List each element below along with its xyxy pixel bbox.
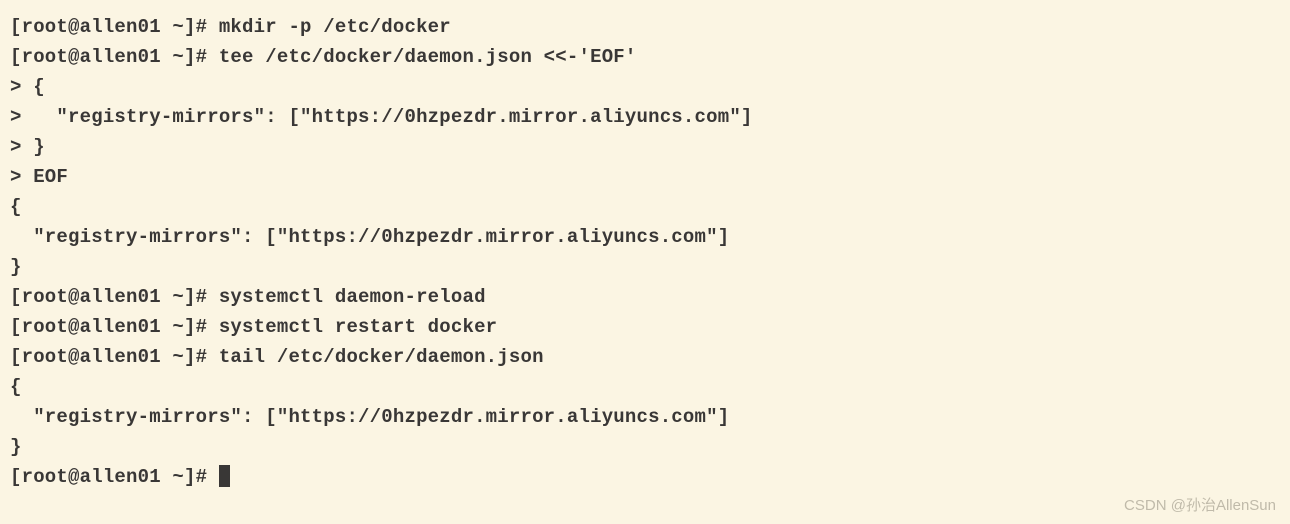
cursor-icon	[219, 465, 230, 487]
terminal-line: "registry-mirrors": ["https://0hzpezdr.m…	[10, 402, 1280, 432]
terminal-line: [root@allen01 ~]# tee /etc/docker/daemon…	[10, 42, 1280, 72]
terminal-prompt: [root@allen01 ~]#	[10, 466, 219, 488]
terminal-output[interactable]: [root@allen01 ~]# mkdir -p /etc/docker […	[10, 12, 1280, 492]
terminal-prompt-line[interactable]: [root@allen01 ~]#	[10, 462, 1280, 492]
terminal-line: > }	[10, 132, 1280, 162]
terminal-line: [root@allen01 ~]# systemctl daemon-reloa…	[10, 282, 1280, 312]
terminal-line: > {	[10, 72, 1280, 102]
terminal-line: [root@allen01 ~]# systemctl restart dock…	[10, 312, 1280, 342]
terminal-line: > "registry-mirrors": ["https://0hzpezdr…	[10, 102, 1280, 132]
terminal-line: {	[10, 372, 1280, 402]
terminal-line: }	[10, 252, 1280, 282]
terminal-line: }	[10, 432, 1280, 462]
terminal-line: [root@allen01 ~]# tail /etc/docker/daemo…	[10, 342, 1280, 372]
terminal-line: > EOF	[10, 162, 1280, 192]
terminal-line: "registry-mirrors": ["https://0hzpezdr.m…	[10, 222, 1280, 252]
watermark-text: CSDN @孙治AllenSun	[1124, 494, 1276, 518]
terminal-line: {	[10, 192, 1280, 222]
terminal-line: [root@allen01 ~]# mkdir -p /etc/docker	[10, 12, 1280, 42]
